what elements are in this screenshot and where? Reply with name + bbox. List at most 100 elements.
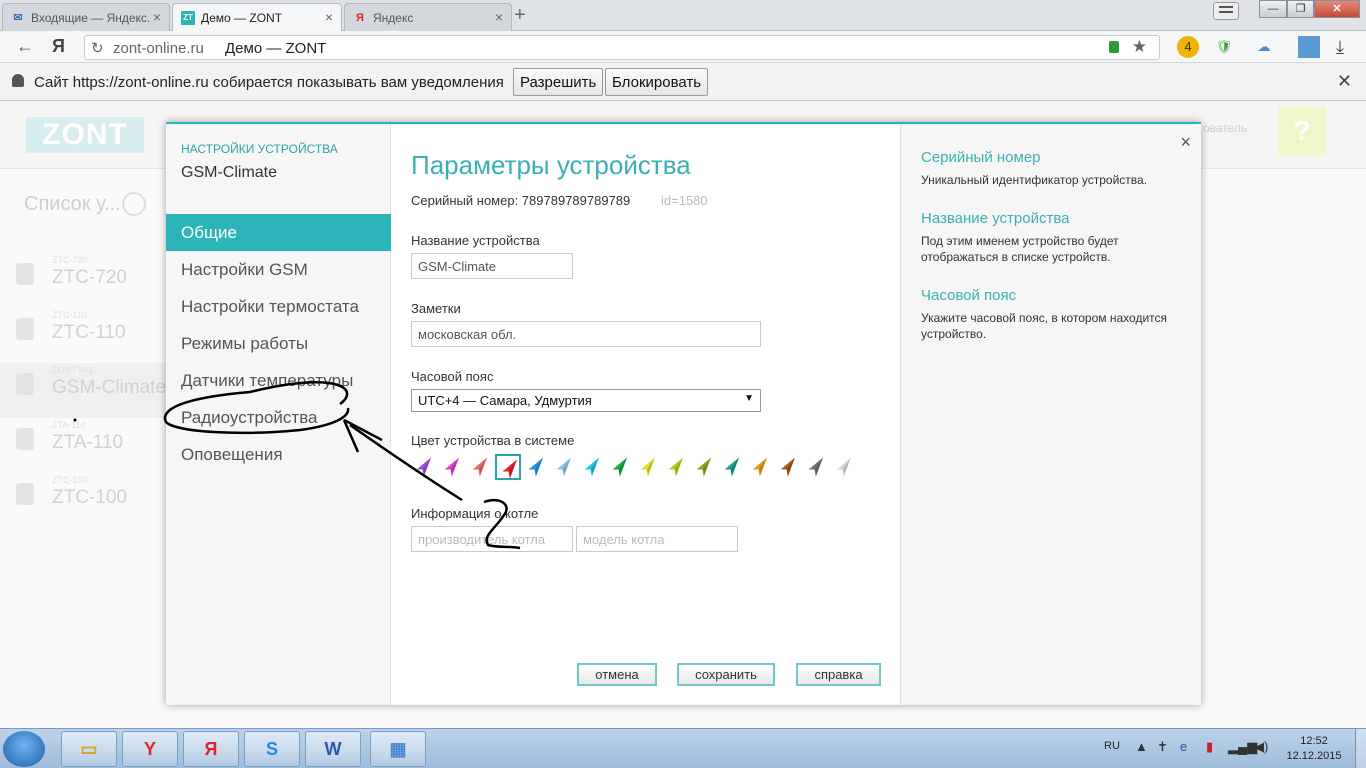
close-tab-icon[interactable]: × [495,9,503,25]
show-desktop-button[interactable] [1355,729,1366,768]
tab-label: Демо — ZONT [201,11,283,25]
timezone-select[interactable]: UTC+4 — Самара, Удмуртия ▼ [411,389,761,412]
window-close-button[interactable]: ✕ [1314,0,1360,18]
clock-date: 12.12.2015 [1286,750,1342,762]
language-indicator[interactable]: RU [1104,740,1120,752]
nav-notifications[interactable]: Оповещения [166,436,391,473]
color-swatch[interactable] [523,454,549,480]
lock-icon[interactable] [1109,41,1119,53]
notification-bar: Сайт https://zont-online.ru собирается п… [0,63,1366,101]
notes-field[interactable]: московская обл. [411,321,761,347]
color-swatch[interactable] [551,454,577,480]
restore-button[interactable]: ❐ [1287,0,1314,18]
color-swatch[interactable] [635,454,661,480]
power-icon[interactable]: ▮ [1206,739,1213,755]
close-tab-icon[interactable]: × [325,9,333,25]
boiler-maker-field[interactable]: производитель котла [411,526,573,552]
color-swatch[interactable] [439,454,465,480]
volume-icon[interactable]: ◀) [1254,739,1268,755]
allow-button[interactable]: Разрешить [513,68,604,96]
nav-radio-devices[interactable]: Радиоустройства [166,399,391,436]
menu-icon[interactable] [1213,2,1239,20]
network-icon[interactable]: ✝ [1157,739,1168,755]
notification-text: Сайт https://zont-online.ru собирается п… [34,74,504,91]
cloud-icon[interactable]: ☁ [1253,36,1275,58]
image-viewer-icon[interactable]: ▦ [370,731,426,767]
block-button[interactable]: Блокировать [605,68,709,96]
timezone-value: UTC+4 — Самара, Удмуртия [418,393,592,408]
nav-temp-sensors[interactable]: Датчики температуры [166,362,391,399]
color-swatch[interactable] [411,454,437,480]
mail-icon: ✉ [13,12,23,24]
help-serial-text: Уникальный идентификатор устройства. [921,173,1148,187]
help-name-title: Название устройства [921,210,1070,227]
url-domain: zont-online.ru [113,40,204,57]
color-swatch[interactable] [467,454,493,480]
tab-zont[interactable]: ZT Демо — ZONT × [172,3,342,32]
clock[interactable]: 12:52 12.12.2015 [1284,734,1344,764]
reload-icon[interactable]: ↻ [91,39,104,57]
close-icon[interactable]: ✕ [1337,71,1352,92]
explorer-icon[interactable]: ▭ [61,731,117,767]
nav-gsm[interactable]: Настройки GSM [166,251,391,288]
color-swatch[interactable] [719,454,745,480]
taskbar: ▭ Y Я S W ▦ RU ▲ ✝ e ▮ ▂▄▆ ◀) 12:52 12.1… [0,728,1366,768]
bookmark-star-icon[interactable]: ★ [1132,37,1147,57]
yandex-icon: Я [356,12,364,24]
color-swatch[interactable] [775,454,801,480]
close-icon[interactable]: × [1180,132,1191,153]
cancel-button[interactable]: отмена [577,663,657,686]
yandex-browser-icon[interactable]: Y [122,731,178,767]
color-swatch[interactable] [831,454,857,480]
nav-thermostat[interactable]: Настройки термостата [166,288,391,325]
address-bar: ← Я ↻ zont-online.ru Демо — ZONT ★ 4 🛡 ☁… [0,31,1366,63]
color-swatch[interactable] [663,454,689,480]
nav-general[interactable]: Общие [166,214,391,251]
help-doc-button[interactable]: справка [796,663,881,686]
start-button[interactable] [3,731,45,767]
device-settings-modal: НАСТРОЙКИ УСТРОЙСТВА GSM-Climate Общие Н… [166,122,1201,705]
help-tz-title: Часовой пояс [921,287,1017,304]
color-swatch[interactable] [691,454,717,480]
device-name-field[interactable]: GSM-Climate [411,253,573,279]
extension-badge-icon[interactable]: 4 [1177,36,1199,58]
notes-label: Заметки [411,301,461,316]
yandex-home-icon[interactable]: Я [52,36,65,57]
shield-icon[interactable]: 🛡 [1213,36,1235,58]
nav-modes[interactable]: Режимы работы [166,325,391,362]
download-icon[interactable]: ⤓ [1329,36,1351,58]
tab-inbox[interactable]: ✉ Входящие — Яндекс. × [2,3,170,31]
tab-yandex[interactable]: Я Яндекс × [344,3,512,31]
boiler-model-field[interactable]: модель котла [576,526,738,552]
device-id: id=1580 [661,193,708,208]
tab-label: Входящие — Яндекс. [31,11,151,25]
timezone-label: Часовой пояс [411,369,494,384]
modal-content: Параметры устройства Серийный номер: 789… [391,124,900,705]
modal-sidebar: НАСТРОЙКИ УСТРОЙСТВА GSM-Climate Общие Н… [166,124,391,705]
color-label: Цвет устройства в системе [411,433,575,448]
help-tz-text: Укажите часовой пояс, в котором находитс… [921,311,1168,341]
tab-bar: ✉ Входящие — Яндекс. × ZT Демо — ZONT × … [0,0,1366,32]
close-tab-icon[interactable]: × [153,9,161,25]
minimize-button[interactable]: — [1259,0,1287,18]
color-swatch[interactable] [747,454,773,480]
color-swatch[interactable] [579,454,605,480]
ie-icon[interactable]: e [1180,739,1187,754]
word-icon[interactable]: W [305,731,361,767]
save-button[interactable]: сохранить [677,663,775,686]
yandex-icon[interactable]: Я [183,731,239,767]
color-swatch[interactable] [803,454,829,480]
skype-icon[interactable]: S [244,731,300,767]
name-label: Название устройства [411,233,540,248]
boiler-label: Информация о котле [411,506,539,521]
screenshot-icon[interactable] [1298,36,1320,58]
modal-subtitle: НАСТРОЙКИ УСТРОЙСТВА [181,142,338,156]
signal-icon[interactable]: ▂▄▆ [1228,739,1257,755]
new-tab-button[interactable]: + [514,4,526,27]
back-icon[interactable]: ← [16,36,34,57]
color-swatch[interactable] [495,454,521,480]
tray-expand-icon[interactable]: ▲ [1135,739,1148,754]
color-swatch[interactable] [607,454,633,480]
url-field[interactable]: ↻ zont-online.ru Демо — ZONT ★ [84,35,1160,60]
help-name-text: Под этим именем устройство будет отображ… [921,234,1119,264]
